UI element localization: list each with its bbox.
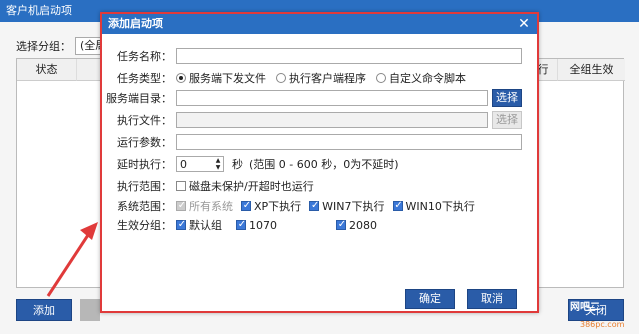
column-header-scope[interactable]: 全组生效 <box>557 59 625 81</box>
checkbox-box <box>309 199 320 213</box>
task-name-row: 任务名称： <box>102 47 522 65</box>
group-row: 生效分组： 默认组 1070 2080 <box>102 216 377 234</box>
watermark: 网吧二 <box>570 302 600 313</box>
delay-label: 延时执行： <box>117 158 172 171</box>
server-dir-label: 服务端目录： <box>106 92 172 105</box>
checkbox-box <box>176 218 187 232</box>
radio-dot <box>276 73 286 83</box>
checkbox-group-2080[interactable]: 2080 <box>336 217 377 233</box>
delay-stepper[interactable]: 0 ▲ ▼ <box>176 156 224 172</box>
delay-unit: 秒 <box>232 158 243 171</box>
edit-button[interactable] <box>80 299 100 321</box>
group-label: 生效分组： <box>117 219 172 232</box>
dialog-titlebar: 添加启动项 ✕ <box>102 14 537 34</box>
run-params-row: 运行参数： <box>102 133 522 151</box>
checkbox-xp[interactable]: XP下执行 <box>241 198 301 214</box>
dialog-title: 添加启动项 <box>108 17 163 30</box>
task-name-label: 任务名称： <box>117 50 172 63</box>
exec-scope-checkbox[interactable]: 磁盘未保护/开超时也运行 <box>176 178 314 194</box>
sys-scope-row: 系统范围： 所有系统 XP下执行 WIN7下执行 WIN10下执行 <box>102 197 475 215</box>
add-startup-dialog: 添加启动项 ✕ 任务名称： 任务类型： 服务端下发文件 执行客户端程序 自定义命… <box>100 12 539 313</box>
exec-file-input[interactable] <box>176 112 488 128</box>
run-params-label: 运行参数： <box>117 136 172 149</box>
server-dir-select-button[interactable]: 选择 <box>492 89 522 107</box>
checkbox-all-systems[interactable]: 所有系统 <box>176 198 233 214</box>
task-type-row: 任务类型： 服务端下发文件 执行客户端程序 自定义命令脚本 <box>102 69 476 87</box>
radio-custom-script[interactable]: 自定义命令脚本 <box>376 70 466 86</box>
exec-file-row: 执行文件： 选择 <box>102 111 522 129</box>
sys-scope-label: 系统范围： <box>117 200 172 213</box>
radio-dot <box>376 73 386 83</box>
watermark-sub: 386pc.com <box>580 320 625 329</box>
delay-hint: (范围 0 - 600 秒，0为不延时) <box>249 158 399 171</box>
delay-value: 0 <box>180 157 187 171</box>
cancel-button[interactable]: 取消 <box>467 289 517 309</box>
stepper-arrows-icon[interactable]: ▲ ▼ <box>213 157 223 171</box>
radio-dot <box>176 73 186 83</box>
radio-server-file[interactable]: 服务端下发文件 <box>176 70 266 86</box>
exec-file-select-button[interactable]: 选择 <box>492 111 522 129</box>
checkbox-box <box>236 218 247 232</box>
delay-row: 延时执行： 0 ▲ ▼ 秒 (范围 0 - 600 秒，0为不延时) <box>102 155 399 173</box>
add-button[interactable]: 添加 <box>16 299 72 321</box>
close-icon[interactable]: ✕ <box>517 14 531 34</box>
group-select-label: 选择分组： <box>16 40 71 53</box>
checkbox-group-1070[interactable]: 1070 <box>236 217 336 233</box>
checkbox-group-default[interactable]: 默认组 <box>176 217 236 233</box>
checkbox-box <box>241 199 252 213</box>
checkbox-win7[interactable]: WIN7下执行 <box>309 198 385 214</box>
exec-scope-label: 执行范围： <box>117 180 172 193</box>
exec-file-label: 执行文件： <box>117 114 172 127</box>
checkbox-box <box>176 199 187 213</box>
column-header-status[interactable]: 状态 <box>17 59 77 81</box>
checkbox-box <box>392 199 404 213</box>
task-type-label: 任务类型： <box>117 72 172 85</box>
radio-client-program[interactable]: 执行客户端程序 <box>276 70 366 86</box>
checkbox-win10[interactable]: WIN10下执行 <box>392 198 475 214</box>
task-name-input[interactable] <box>176 48 522 64</box>
exec-scope-row: 执行范围： 磁盘未保护/开超时也运行 <box>102 177 314 195</box>
ok-button[interactable]: 确定 <box>405 289 455 309</box>
checkbox-box <box>336 218 347 232</box>
checkbox-box <box>176 181 186 191</box>
server-dir-input[interactable] <box>176 90 488 106</box>
server-dir-row: 服务端目录： 选择 <box>102 89 522 107</box>
run-params-input[interactable] <box>176 134 522 150</box>
